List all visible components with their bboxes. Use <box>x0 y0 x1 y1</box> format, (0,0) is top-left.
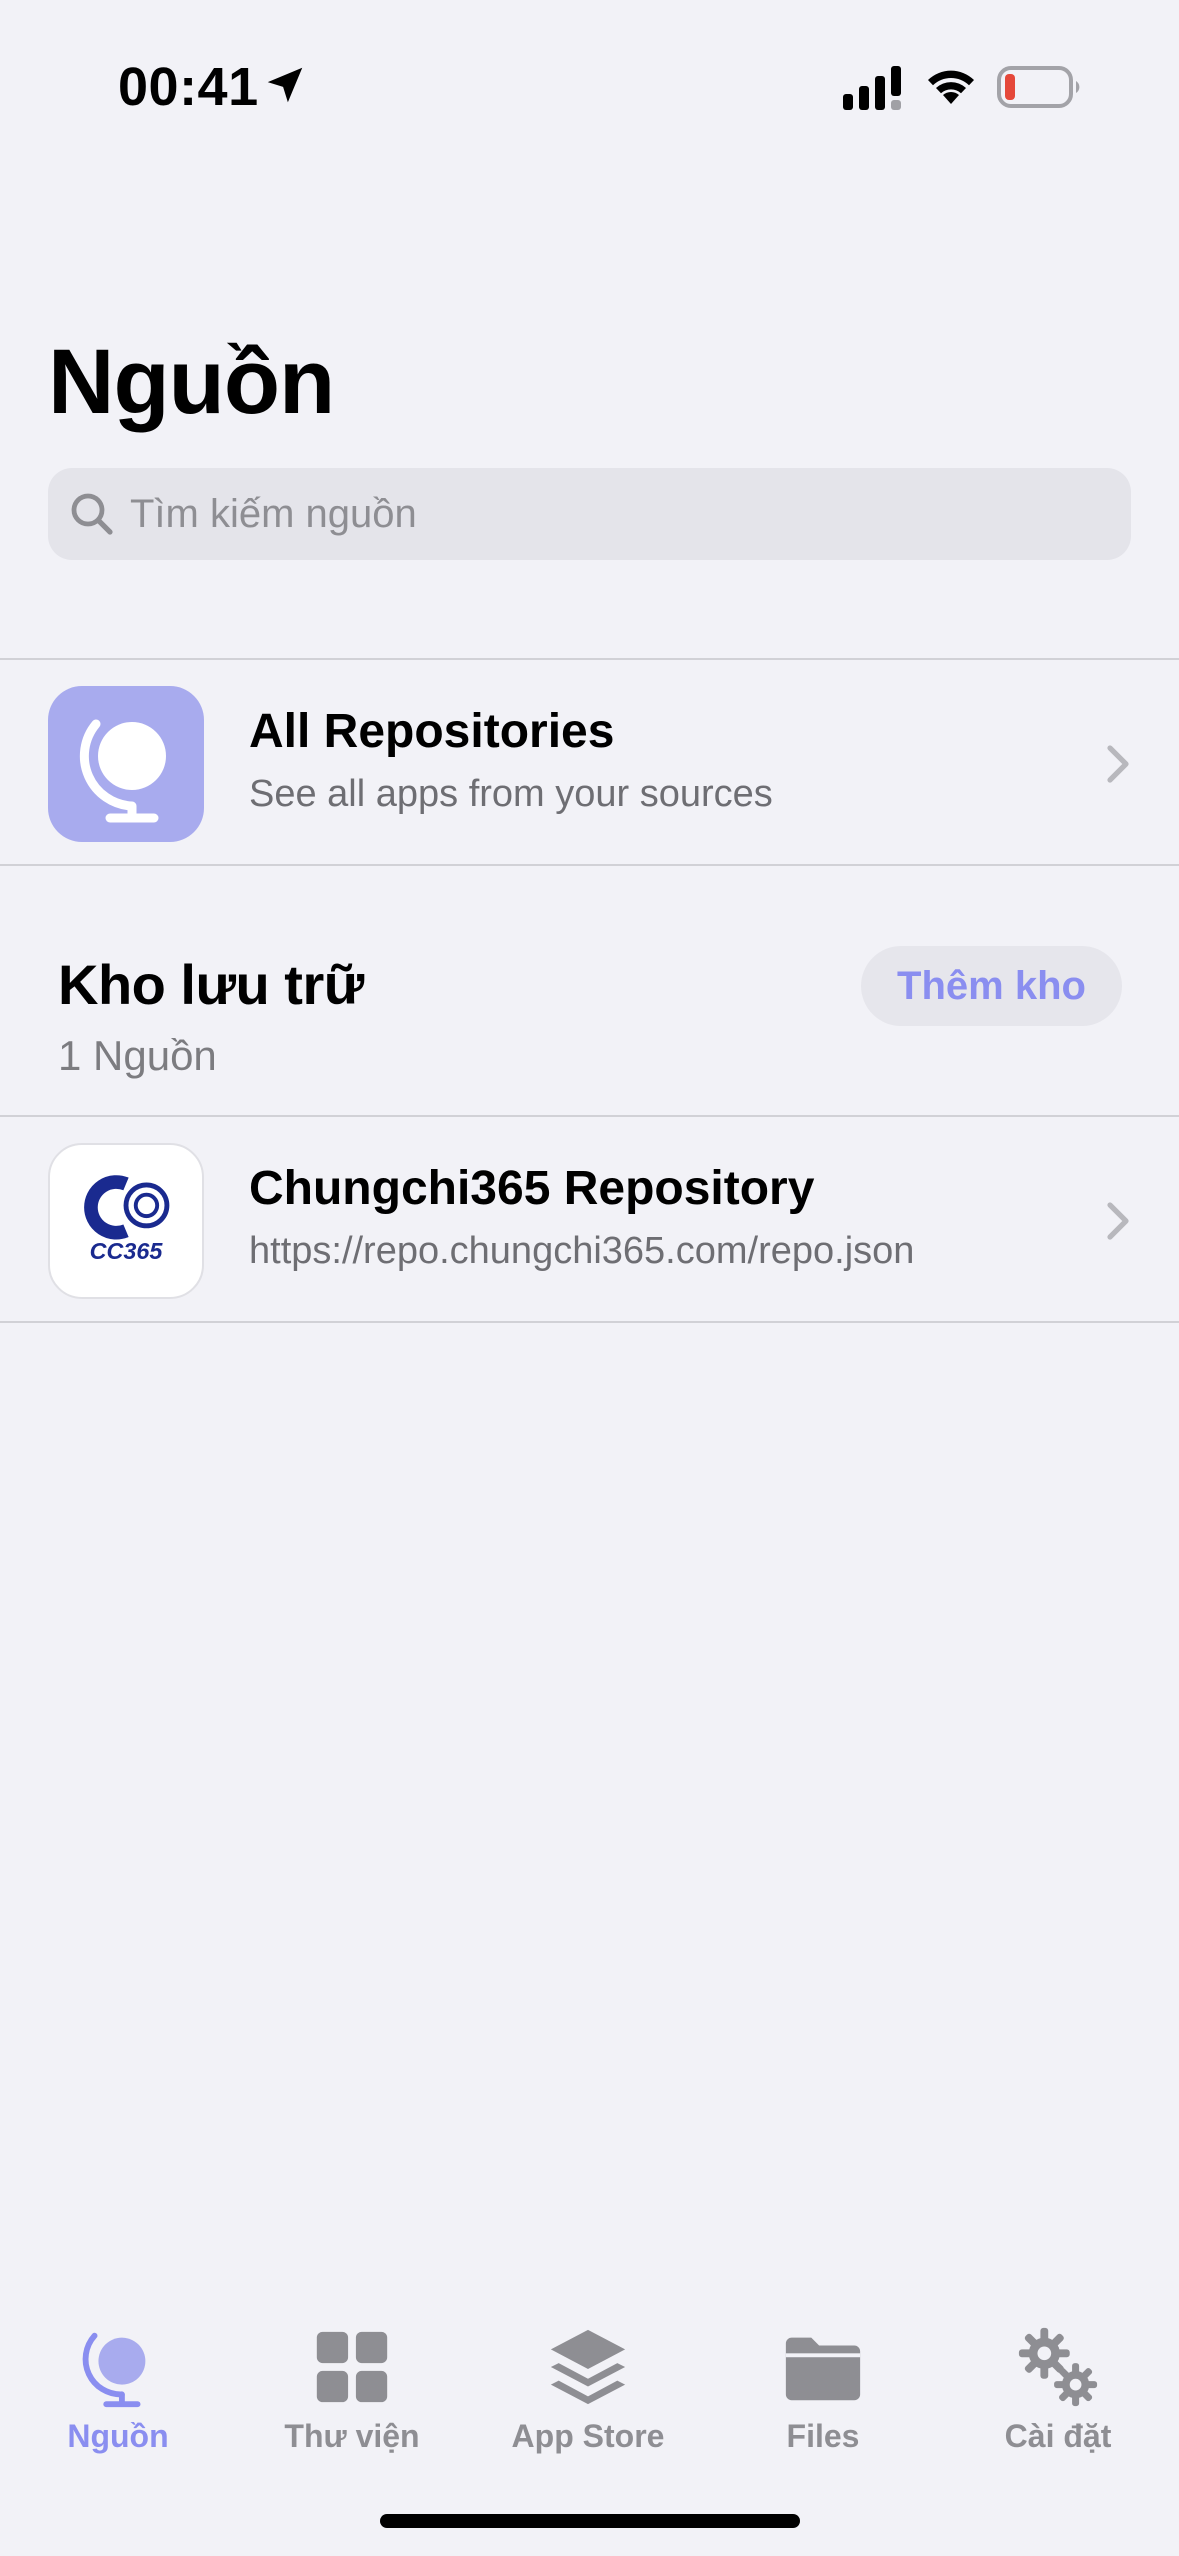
sources-screen: 00:41 Nguồn Tìm kiếm nguồn All Repositor… <box>0 0 1179 2556</box>
section-title: Kho lưu trữ <box>58 953 364 1016</box>
chevron-right-icon <box>1107 745 1129 783</box>
folder-icon <box>785 2337 861 2401</box>
tab-files[interactable]: Files <box>723 2324 923 2464</box>
grid-icon <box>316 2331 388 2403</box>
all-repositories-icon-tile <box>48 686 204 842</box>
layers-icon <box>550 2329 626 2405</box>
cc365-logo-icon: CC365 <box>84 1175 170 1264</box>
tab-label: App Store <box>511 2418 665 2454</box>
cc365-logo-text: CC365 <box>90 1238 164 1264</box>
tab-sources[interactable]: Nguồn <box>18 2324 218 2464</box>
status-bar: 00:41 <box>0 0 1179 170</box>
home-indicator[interactable] <box>380 2514 800 2528</box>
repository-logo-tile: CC365 <box>48 1143 204 1299</box>
all-repositories-row[interactable]: All Repositories See all apps from your … <box>0 658 1179 866</box>
repository-name: Chungchi365 Repository <box>249 1162 815 1215</box>
chevron-right-icon <box>1107 1202 1129 1240</box>
tab-settings[interactable]: Cài đặt <box>958 2324 1158 2464</box>
search-input[interactable] <box>130 468 1110 560</box>
tab-label: Nguồn <box>67 2418 169 2454</box>
cellular-signal-icon <box>843 66 901 110</box>
section-source-count: 1 Nguồn <box>58 1032 217 1079</box>
search-bar[interactable] <box>48 468 1131 560</box>
repository-row[interactable]: CC365 Chungchi365 Repository https://rep… <box>0 1115 1179 1323</box>
page-title: Nguồn <box>48 331 335 433</box>
globe-icon <box>82 2332 146 2408</box>
tab-label: Files <box>786 2418 860 2454</box>
tab-library[interactable]: Thư viện <box>252 2324 452 2464</box>
search-icon <box>71 493 113 535</box>
tab-label: Thư viện <box>284 2418 420 2454</box>
all-repositories-title: All Repositories <box>249 705 615 758</box>
location-arrow-icon <box>267 67 303 103</box>
wifi-icon <box>928 70 974 104</box>
tab-app-store[interactable]: App Store <box>488 2324 688 2464</box>
battery-low-icon <box>997 66 1080 108</box>
add-repository-button[interactable]: Thêm kho <box>861 946 1122 1026</box>
gears-icon <box>1018 2327 1098 2407</box>
all-repositories-subtitle: See all apps from your sources <box>249 773 773 815</box>
repository-url: https://repo.chungchi365.com/repo.json <box>249 1230 915 1272</box>
tab-label: Cài đặt <box>1004 2418 1112 2454</box>
globe-icon <box>79 719 166 823</box>
status-time: 00:41 <box>118 57 259 117</box>
